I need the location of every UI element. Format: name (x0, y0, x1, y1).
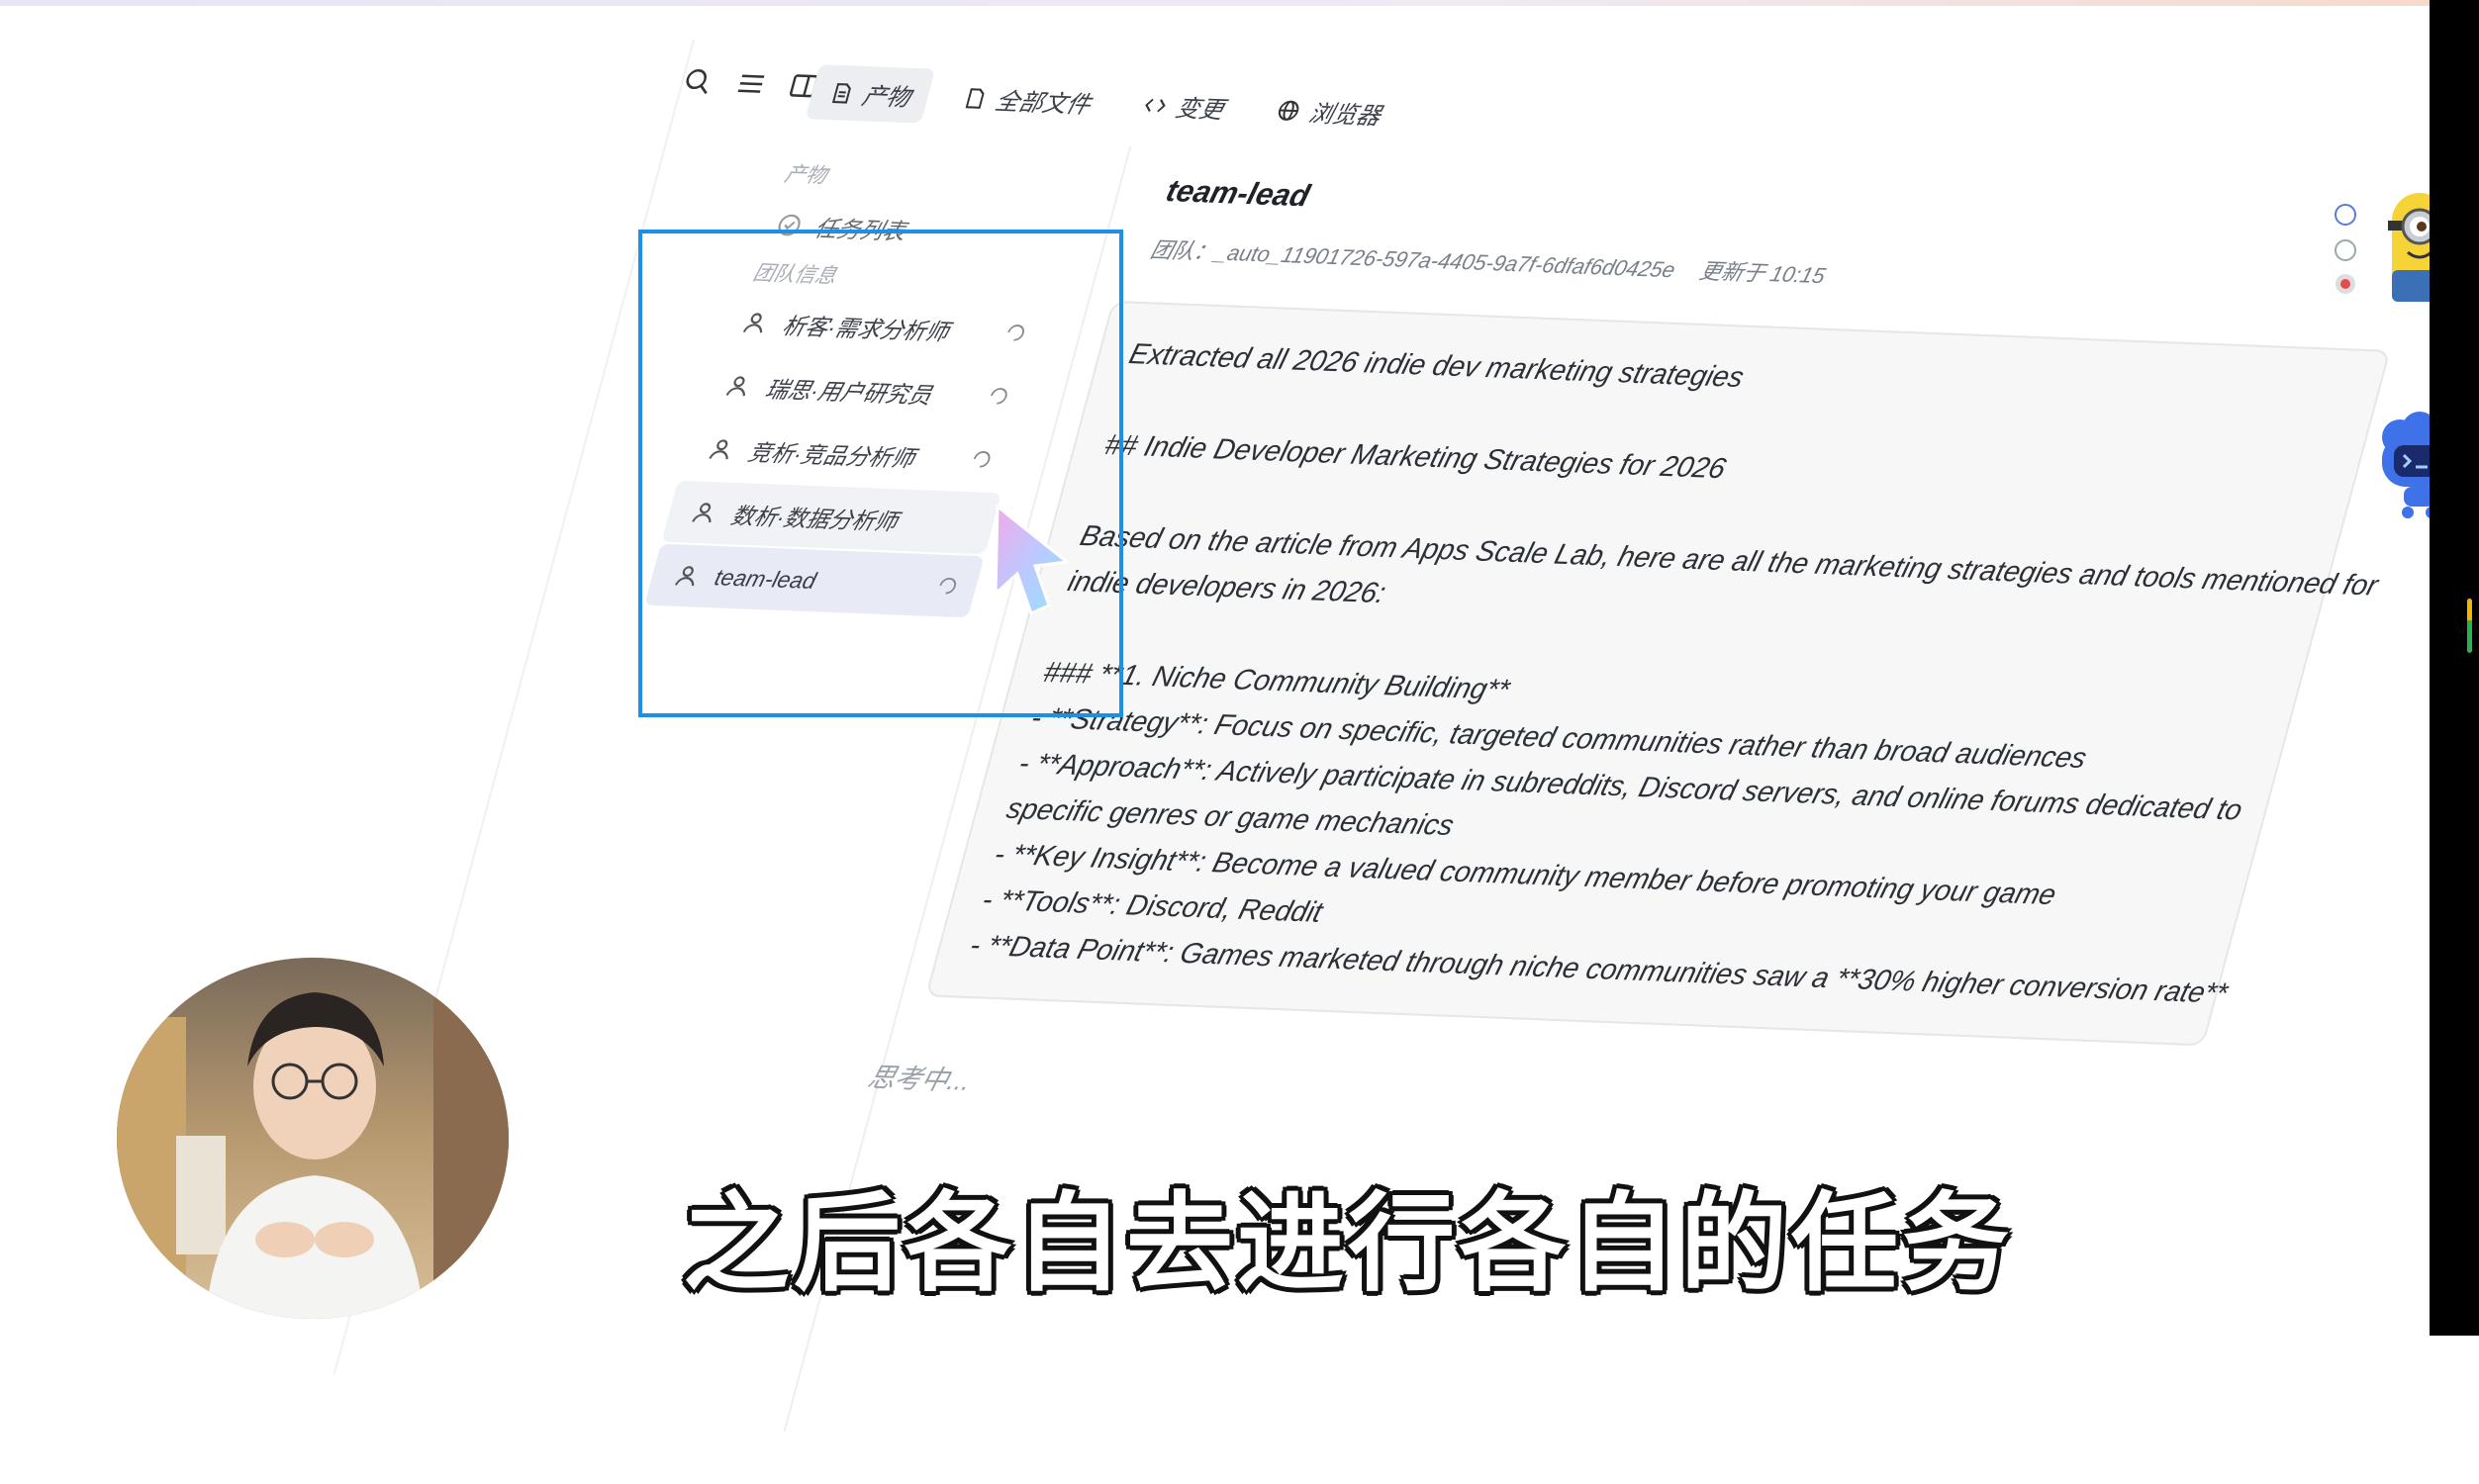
tab-label: 全部文件 (992, 81, 1095, 120)
toolbar (677, 64, 825, 103)
search-icon[interactable] (677, 64, 719, 99)
code-icon (1140, 93, 1170, 118)
tab-label: 产物 (859, 76, 915, 113)
tab-changes[interactable]: 变更 (1118, 76, 1249, 135)
status-indicator (2467, 599, 2472, 653)
tab-label: 浏览器 (1305, 94, 1385, 132)
tab-browser[interactable]: 浏览器 (1252, 82, 1405, 141)
webcam-overlay (117, 958, 509, 1319)
right-black-bar (2430, 0, 2479, 1336)
globe-icon (1274, 98, 1303, 123)
thinking-status: 思考中... (864, 1056, 976, 1098)
tab-all-files[interactable]: 全部文件 (938, 69, 1115, 130)
section-artifacts-label: 产物 (782, 158, 831, 190)
cursor-pointer-icon (990, 503, 1079, 621)
message-card: Extracted all 2026 indie dev marketing s… (925, 301, 2391, 1047)
top-gradient-strip (0, 0, 2479, 6)
file-icon (960, 86, 990, 111)
document-icon (827, 80, 857, 105)
tab-label: 变更 (1173, 88, 1229, 125)
tab-artifacts[interactable]: 产物 (806, 64, 936, 123)
floating-toolbar (2331, 193, 2360, 307)
updated-time: 更新于 10:15 (1697, 258, 1829, 288)
video-subtitle: 之后各自去进行各自的任务 (683, 1158, 2013, 1312)
message-text: Extracted all 2026 indie dev marketing s… (927, 303, 2388, 1044)
list-icon[interactable] (730, 66, 773, 101)
selection-highlight-box (638, 230, 1123, 717)
page-title: team-lead (1162, 173, 1313, 215)
